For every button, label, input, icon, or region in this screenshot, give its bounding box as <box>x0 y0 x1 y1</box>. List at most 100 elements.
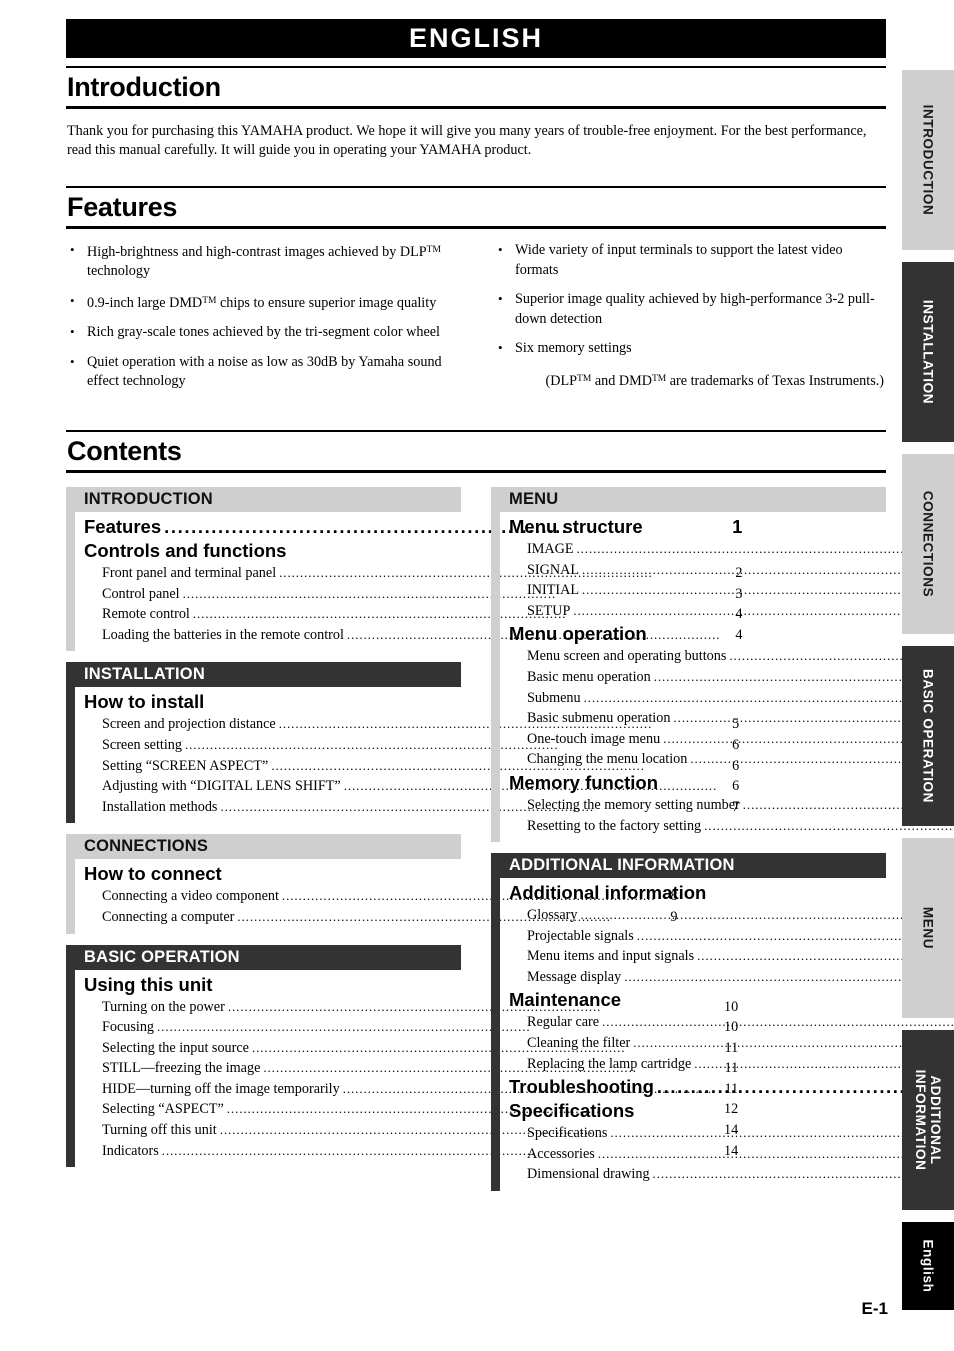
toc-entry[interactable]: Selecting the memory setting number.....… <box>509 795 954 816</box>
toc-entry[interactable]: Menu items and input signals............… <box>509 946 954 967</box>
toc-entry-label: Focusing <box>102 1019 155 1036</box>
side-tab-connections[interactable]: CONNECTIONS <box>902 454 954 634</box>
toc-entry-label: Basic menu operation <box>527 668 651 685</box>
feature-bullet: Superior image quality achieved by high-… <box>494 289 886 329</box>
trademark-note: (DLPTM and DMDTM are trademarks of Texas… <box>545 372 884 389</box>
toc-section: INSTALLATION How to install Screen and pro… <box>66 662 739 824</box>
toc-entry-label: Menu screen and operating buttons <box>527 648 727 665</box>
toc-entry[interactable]: Resetting to the factory setting........… <box>509 816 954 837</box>
toc-entry[interactable]: Accessories.............................… <box>509 1144 954 1165</box>
side-tab-basic-operation[interactable]: BASIC OPERATION <box>902 646 954 826</box>
toc-entry-label: Features <box>84 515 162 537</box>
toc-section: MENU Menu structure IMAGE.................… <box>491 486 954 843</box>
toc-entry-label: Selecting the input source <box>102 1039 249 1056</box>
side-tab-menu[interactable]: MENU <box>902 838 954 1018</box>
toc-heading[interactable]: Specifications <box>509 1099 954 1122</box>
toc-section: INTRODUCTION Features....................… <box>66 486 742 652</box>
toc-entry-label: Submenu <box>527 689 581 706</box>
toc-heading[interactable]: Memory function <box>509 771 954 794</box>
side-tab-label: INTRODUCTION <box>920 104 936 216</box>
toc-entry-label: Projectable signals <box>527 927 634 944</box>
toc-section-body: Using this unit Turning on the power.....… <box>66 969 738 1168</box>
toc-entry[interactable]: Regular care............................… <box>509 1012 954 1033</box>
side-tab-label: BASIC OPERATION <box>920 668 936 804</box>
toc-entry-label: Turning off this unit <box>102 1122 217 1139</box>
toc-entry-label: Specifications <box>527 1125 608 1142</box>
features-title: Features <box>67 192 178 222</box>
toc-entry[interactable]: IMAGE...................................… <box>509 539 954 560</box>
toc-entry[interactable]: Menu screen and operating buttons.......… <box>509 646 954 667</box>
toc-heading[interactable]: Menu structure <box>509 515 954 538</box>
toc-entry-label: Dimensional drawing <box>527 1166 650 1183</box>
side-tab-label: INSTALLATION <box>920 299 936 405</box>
toc-entry-label: Control panel <box>102 585 180 602</box>
toc-heading[interactable]: Maintenance <box>509 988 954 1011</box>
contents-title: Contents <box>67 435 182 466</box>
toc-section-rail <box>66 969 75 1168</box>
side-tab-strip: INTRODUCTION INSTALLATION CONNECTIONS BASIC… <box>902 0 954 1351</box>
toc-section-rail <box>66 859 75 934</box>
toc-entry-label: Changing the menu location <box>527 751 688 768</box>
toc-entry-label: Indicators <box>102 1142 159 1159</box>
side-tab-additional-information[interactable]: ADDITIONAL INFORMATION <box>902 1030 954 1210</box>
side-tab-installation[interactable]: INSTALLATION <box>902 262 954 442</box>
toc-entry[interactable]: Cleaning the filter.....................… <box>509 1033 954 1054</box>
features-columns: High-brightness and high-contrast images… <box>66 240 886 402</box>
toc-entry-label: Basic submenu operation <box>527 710 671 727</box>
toc-leader-dots: ........................................… <box>573 602 947 618</box>
toc-entry[interactable]: Changing the menu location..............… <box>509 749 954 770</box>
feature-bullet: High-brightness and high-contrast images… <box>66 240 458 282</box>
toc-entry[interactable]: Submenu.................................… <box>509 688 954 709</box>
toc-entry[interactable]: Replacing the lamp cartridge............… <box>509 1054 954 1075</box>
side-tab-label: MENU <box>920 906 936 950</box>
feature-bullet: Six memory settings <box>494 338 886 359</box>
toc-entry-label: SETUP <box>527 602 571 619</box>
toc-section-body: How to connect Connecting a video compone… <box>66 859 677 934</box>
toc-entry-label: Installation methods <box>102 798 218 815</box>
toc-leader-dots: ........................................… <box>583 689 954 705</box>
toc-entry-label: Setting “SCREEN ASPECT” <box>102 757 269 774</box>
feature-bullet: Quiet operation with a noise as low as 3… <box>66 352 458 392</box>
toc-entry-label: Cleaning the filter <box>527 1035 631 1052</box>
toc-section-rail <box>491 511 500 843</box>
contents-heading-rule: Contents <box>66 429 886 473</box>
toc-entry-label: Connecting a computer <box>102 908 235 925</box>
toc-entry[interactable]: INITIAL.................................… <box>509 580 954 601</box>
toc-entry[interactable]: SIGNAL..................................… <box>509 560 954 581</box>
toc-entry[interactable]: Specifications..........................… <box>509 1123 954 1144</box>
side-tab-introduction[interactable]: INTRODUCTION <box>902 70 954 250</box>
toc-entry[interactable]: Projectable signals.....................… <box>509 926 954 947</box>
toc-entry-label: Message display <box>527 968 622 985</box>
toc-entry-label: Screen setting <box>102 736 182 753</box>
toc-entry[interactable]: Dimensional drawing.....................… <box>509 1164 954 1185</box>
toc-section-band: CONNECTIONS <box>66 834 461 860</box>
toc-entry-label: Regular care <box>527 1014 600 1031</box>
toc-leader-dots: ........................................… <box>582 561 954 577</box>
toc-entry-label: IMAGE <box>527 540 574 557</box>
toc-section-band: INTRODUCTION <box>66 486 461 512</box>
toc-entry[interactable]: Message display.........................… <box>509 967 954 988</box>
toc-heading[interactable]: Menu operation <box>509 622 954 645</box>
contents-right-column: MENU Menu structure IMAGE.................… <box>491 486 954 1202</box>
toc-section: ADDITIONAL INFORMATION Additional informa… <box>491 853 954 1192</box>
feature-bullet: Wide variety of input terminals to suppo… <box>494 240 886 280</box>
toc-entry[interactable]: Basic submenu operation.................… <box>509 708 954 729</box>
toc-section-body: Features................................… <box>66 511 742 652</box>
toc-entry-label: Selecting the memory setting number <box>527 796 740 813</box>
toc-heading[interactable]: Troubleshooting.........................… <box>509 1075 954 1098</box>
side-tab-english[interactable]: English <box>902 1222 954 1310</box>
page-content: Introduction Thank you for purchasing th… <box>66 66 954 1202</box>
toc-entry-label: Front panel and terminal panel <box>102 564 277 581</box>
toc-entry-label: Accessories <box>527 1145 595 1162</box>
toc-heading[interactable]: Additional information <box>509 881 954 904</box>
toc-entry[interactable]: Basic menu operation....................… <box>509 667 954 688</box>
toc-entry-label: Turning on the power <box>102 998 225 1015</box>
toc-entry-list: Menu structure IMAGE.....................… <box>500 512 954 842</box>
toc-entry[interactable]: Glossary................................… <box>509 905 954 926</box>
toc-section: CONNECTIONS How to connect Connecting a vi… <box>66 834 677 934</box>
toc-section-rail <box>66 687 75 824</box>
toc-entry[interactable]: One-touch image menu....................… <box>509 729 954 750</box>
toc-section-band: MENU <box>491 486 886 512</box>
toc-entry[interactable]: SETUP...................................… <box>509 601 954 622</box>
side-tab-label: CONNECTIONS <box>920 490 936 598</box>
